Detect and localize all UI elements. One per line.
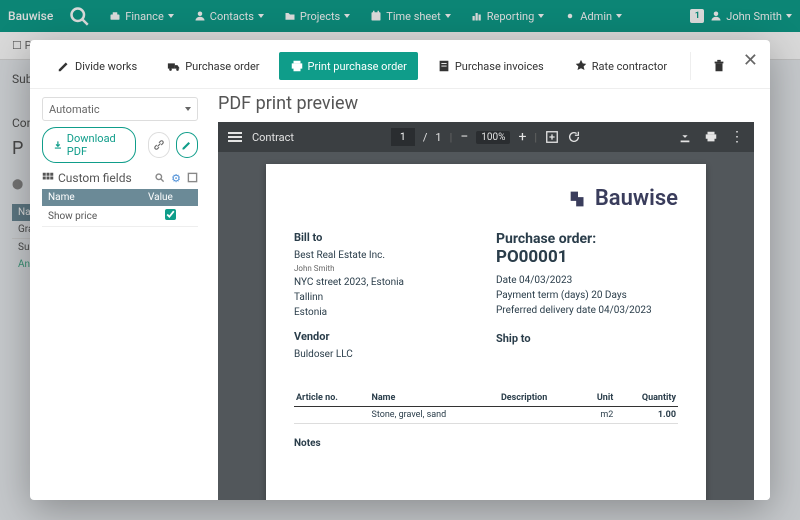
delete-button[interactable] xyxy=(703,52,735,80)
search-icon[interactable] xyxy=(154,172,165,183)
zoom-out-icon[interactable]: − xyxy=(460,129,468,145)
bill-to-heading: Bill to xyxy=(294,231,476,244)
po-heading: Purchase order: xyxy=(496,231,678,247)
zoom-in-icon[interactable]: + xyxy=(518,129,526,145)
pdf-logo: Bauwise xyxy=(294,186,678,213)
fit-page-icon[interactable] xyxy=(545,130,559,144)
line-items-table: Article no. Name Description Unit Quanti… xyxy=(294,390,678,424)
table-row: Stone, gravel, sand m2 1.00 xyxy=(294,406,678,423)
preview-title: PDF print preview xyxy=(210,89,770,122)
more-icon[interactable]: ⋮ xyxy=(730,129,744,145)
pdf-page-total: 1 xyxy=(435,131,441,144)
hamburger-icon[interactable] xyxy=(228,132,242,142)
custom-field-row: Show price xyxy=(42,206,198,227)
rotate-icon[interactable] xyxy=(567,130,581,144)
edit-button[interactable] xyxy=(176,132,198,158)
star-icon xyxy=(574,59,588,73)
purchase-order-button[interactable]: Purchase order xyxy=(156,52,270,80)
pdf-doc-name: Contract xyxy=(252,131,294,144)
download-pdf-button[interactable]: Download PDF xyxy=(42,127,136,163)
mode-select[interactable]: Automatic xyxy=(42,97,198,121)
custom-field-name: Show price xyxy=(42,208,142,225)
modal-toolbar: Divide works Purchase order Print purcha… xyxy=(30,40,770,89)
modal-overlay: ✕ Divide works Purchase order Print purc… xyxy=(0,0,800,520)
rate-contractor-button[interactable]: Rate contractor xyxy=(563,52,678,80)
pdf-page: Bauwise Bill to Best Real Estate Inc. Jo… xyxy=(266,164,706,500)
download-icon[interactable] xyxy=(678,130,692,144)
grid-icon xyxy=(42,172,54,184)
pencil-icon xyxy=(181,139,193,151)
preview-pane: PDF print preview Contract / 1 | − xyxy=(210,89,770,500)
chevron-down-icon xyxy=(185,107,191,111)
print-icon xyxy=(290,59,304,73)
logo-icon xyxy=(567,188,589,210)
print-purchase-order-button[interactable]: Print purchase order xyxy=(279,52,418,80)
link-button[interactable] xyxy=(148,132,170,158)
divide-works-button[interactable]: Divide works xyxy=(46,52,148,80)
vendor-heading: Vendor xyxy=(294,330,476,343)
link-icon xyxy=(153,139,165,151)
download-icon xyxy=(53,139,63,151)
pdf-page-container[interactable]: Bauwise Bill to Best Real Estate Inc. Jo… xyxy=(218,152,754,500)
trash-icon xyxy=(712,59,726,73)
pencil-icon xyxy=(57,59,71,73)
po-number: PO00001 xyxy=(496,247,678,267)
close-icon[interactable]: ✕ xyxy=(743,50,758,71)
invoice-icon xyxy=(437,59,451,73)
pdf-viewer: Contract / 1 | − 100% + | xyxy=(218,122,754,500)
purchase-invoices-button[interactable]: Purchase invoices xyxy=(426,52,555,80)
print-icon[interactable] xyxy=(704,130,718,144)
gear-icon[interactable]: ⚙ xyxy=(171,172,181,185)
ship-to-heading: Ship to xyxy=(496,332,678,345)
modal: ✕ Divide works Purchase order Print purc… xyxy=(30,40,770,500)
truck-icon xyxy=(167,59,181,73)
sidebar: Automatic Download PDF xyxy=(30,89,210,500)
pdf-toolbar: Contract / 1 | − 100% + | xyxy=(218,122,754,152)
collapse-icon[interactable] xyxy=(187,172,198,183)
pdf-zoom[interactable]: 100% xyxy=(476,131,510,144)
pdf-page-input[interactable] xyxy=(391,128,415,146)
custom-fields-header: Custom fields ⚙ xyxy=(42,171,198,185)
notes-heading: Notes xyxy=(294,438,678,449)
show-price-checkbox[interactable] xyxy=(165,209,176,220)
custom-fields-table-head: Name Value xyxy=(42,189,198,206)
